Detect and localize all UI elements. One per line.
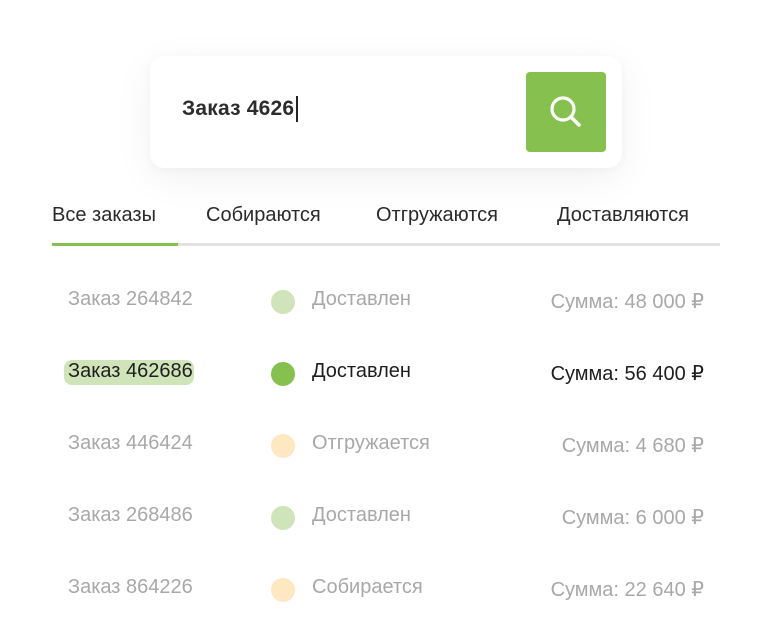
order-sum: Сумма: 48 000 ₽ bbox=[550, 291, 704, 313]
order-sum: Сумма: 4 680 ₽ bbox=[561, 435, 704, 457]
active-tab-indicator bbox=[52, 243, 178, 246]
order-id-rest: 86 bbox=[170, 360, 193, 382]
order-row[interactable]: Заказ 864226 Собирается Сумма: 22 640 ₽ bbox=[52, 570, 720, 610]
order-sum: Сумма: 56 400 ₽ bbox=[550, 363, 704, 385]
order-row[interactable]: Заказ 264842 Доставлен Сумма: 48 000 ₽ bbox=[52, 282, 720, 322]
search-input[interactable]: Заказ 4626 bbox=[182, 96, 298, 122]
search-button[interactable] bbox=[526, 72, 606, 152]
order-id: Заказ 864226 bbox=[68, 576, 193, 598]
status-dot bbox=[271, 434, 295, 458]
order-row-selected[interactable]: Заказ 462686 Доставлен Сумма: 56 400 ₽ bbox=[52, 354, 720, 394]
order-id: Заказ 446424 bbox=[68, 432, 193, 454]
order-status: Отгружается bbox=[312, 432, 430, 454]
tab-all-orders[interactable]: Все заказы bbox=[52, 204, 156, 227]
order-id: Заказ 462686 bbox=[68, 360, 193, 383]
order-status: Доставлен bbox=[312, 360, 411, 382]
text-caret bbox=[296, 96, 298, 122]
order-tabs: Все заказы Собираются Отгружаются Достав… bbox=[52, 196, 720, 248]
order-status: Собирается bbox=[312, 576, 423, 598]
order-id-match: Заказ 4626 bbox=[68, 360, 171, 382]
order-sum: Сумма: 22 640 ₽ bbox=[550, 579, 704, 601]
order-id: Заказ 264842 bbox=[68, 288, 193, 310]
order-status: Доставлен bbox=[312, 504, 411, 526]
tab-shipping[interactable]: Отгружаются bbox=[376, 204, 498, 227]
order-status: Доставлен bbox=[312, 288, 411, 310]
order-row[interactable]: Заказ 446424 Отгружается Сумма: 4 680 ₽ bbox=[52, 426, 720, 466]
search-icon bbox=[550, 96, 581, 127]
tab-assembling[interactable]: Собираются bbox=[206, 204, 321, 227]
search-query-text: Заказ 4626 bbox=[182, 97, 295, 120]
status-dot bbox=[271, 362, 295, 386]
status-dot bbox=[271, 290, 295, 314]
order-id: Заказ 268486 bbox=[68, 504, 193, 526]
tab-delivering[interactable]: Доставляются bbox=[557, 204, 689, 227]
status-dot bbox=[271, 578, 295, 602]
order-row[interactable]: Заказ 268486 Доставлен Сумма: 6 000 ₽ bbox=[52, 498, 720, 538]
status-dot bbox=[271, 506, 295, 530]
order-sum: Сумма: 6 000 ₽ bbox=[561, 507, 704, 529]
search-box: Заказ 4626 bbox=[150, 56, 622, 168]
